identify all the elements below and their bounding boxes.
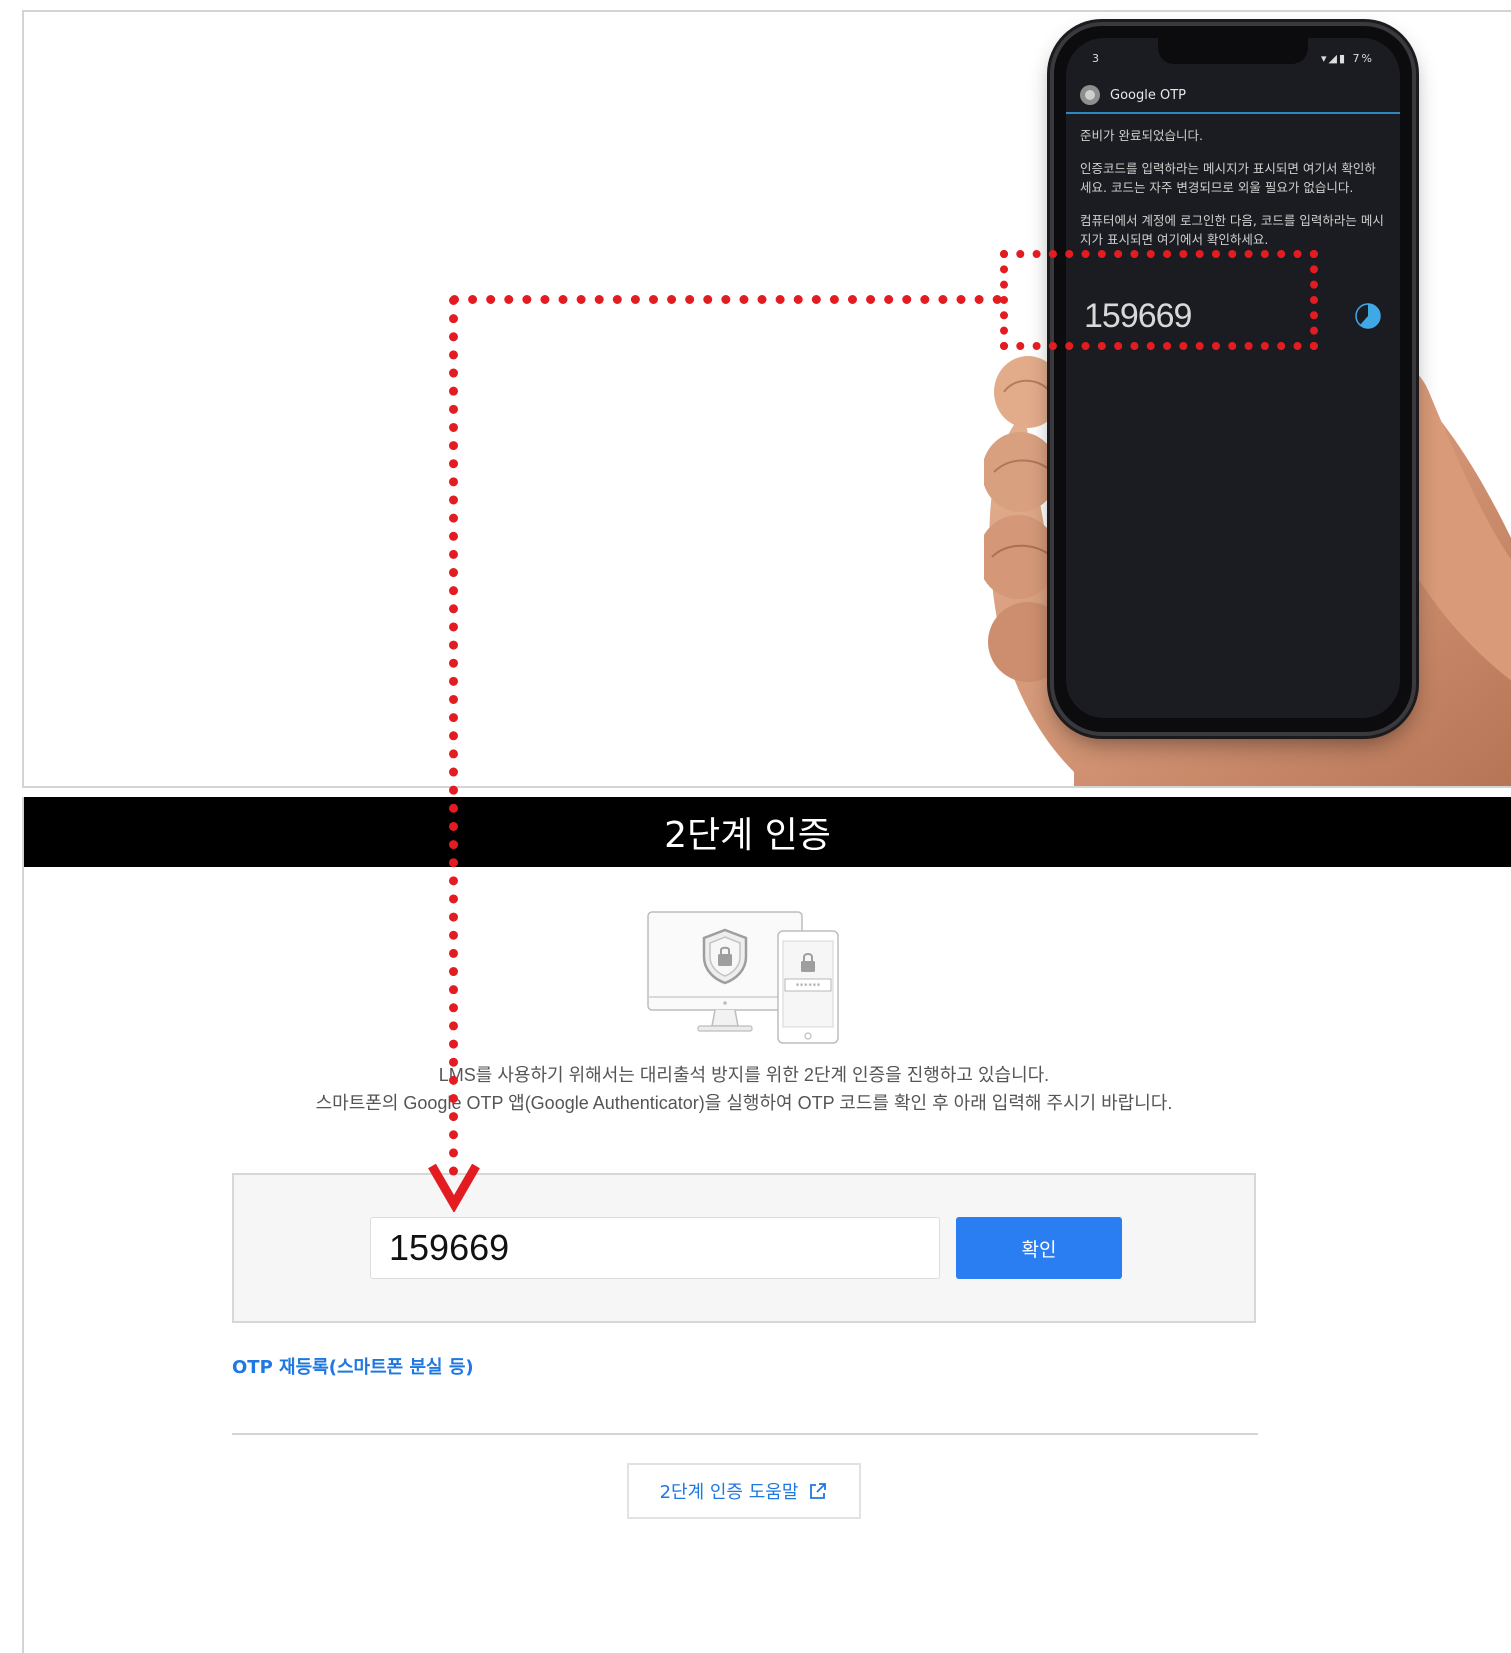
otp-highlight-box — [1000, 250, 1318, 350]
otp-code-input[interactable] — [370, 1217, 940, 1279]
status-icons: ▾◢▮ 7% — [1321, 51, 1374, 65]
otp-app-instructions: 준비가 완료되었습니다. 인증코드를 입력하라는 메시지가 표시되면 여기서 확… — [1066, 114, 1400, 249]
smartphone: 3 ▾◢▮ 7% Google OTP 준비가 완료되었습니다. 인증코드를 입… — [1054, 26, 1412, 732]
instruction-check-code: 인증코드를 입력하라는 메시지가 표시되면 여기서 확인하세요. 코드는 자주 … — [1080, 161, 1376, 195]
status-time: 3 — [1092, 51, 1099, 65]
auth-description: LMS를 사용하기 위해서는 대리출석 방지를 위한 2단계 인증을 진행하고 … — [24, 1061, 1464, 1117]
instruction-login: 컴퓨터에서 계정에 로그인한 다음, 코드를 입력하라는 메시지가 표시되면 여… — [1080, 213, 1384, 247]
two-step-auth-panel: 2단계 인증 ****** LMS를 사용하기 위해서는 대리출석 방지를 위한… — [22, 797, 1511, 1653]
confirm-button[interactable]: 확인 — [956, 1217, 1122, 1279]
otp-app-title: Google OTP — [1110, 87, 1186, 103]
external-link-icon — [810, 1483, 827, 1499]
help-button-label: 2단계 인증 도움말 — [659, 1482, 799, 1503]
phone-screen: 3 ▾◢▮ 7% Google OTP 준비가 완료되었습니다. 인증코드를 입… — [1066, 38, 1400, 718]
google-otp-app-icon — [1080, 85, 1100, 105]
otp-illustration-panel: 3 ▾◢▮ 7% Google OTP 준비가 완료되었습니다. 인증코드를 입… — [22, 10, 1511, 788]
auth-description-line2: 스마트폰의 Google OTP 앱(Google Authenticator)… — [315, 1093, 1173, 1113]
pie-timer-icon — [1355, 303, 1381, 329]
auth-description-line1: LMS를 사용하기 위해서는 대리출석 방지를 위한 2단계 인증을 진행하고 … — [438, 1065, 1050, 1085]
otp-reregister-link[interactable]: OTP 재등록(스마트폰 분실 등) — [232, 1353, 474, 1379]
callout-line-horizontal — [450, 295, 1002, 304]
phone-status-bar: 3 ▾◢▮ 7% — [1066, 38, 1400, 78]
auth-title: 2단계 인증 — [664, 815, 831, 856]
phone-notch — [1158, 38, 1308, 64]
two-step-help-button[interactable]: 2단계 인증 도움말 — [627, 1463, 861, 1519]
section-divider — [232, 1433, 1258, 1435]
auth-header: 2단계 인증 — [24, 797, 1511, 867]
callout-arrow-down-icon — [428, 1163, 480, 1212]
otp-entry-box: 확인 — [232, 1173, 1256, 1323]
otp-app-bar: Google OTP — [1066, 78, 1400, 114]
instruction-ready: 준비가 완료되었습니다. — [1080, 128, 1203, 143]
shield-lock-icon — [702, 928, 748, 985]
device-security-illustration: ****** — [647, 911, 839, 1044]
callout-line-vertical — [449, 296, 458, 1176]
svg-text:******: ****** — [795, 982, 820, 990]
